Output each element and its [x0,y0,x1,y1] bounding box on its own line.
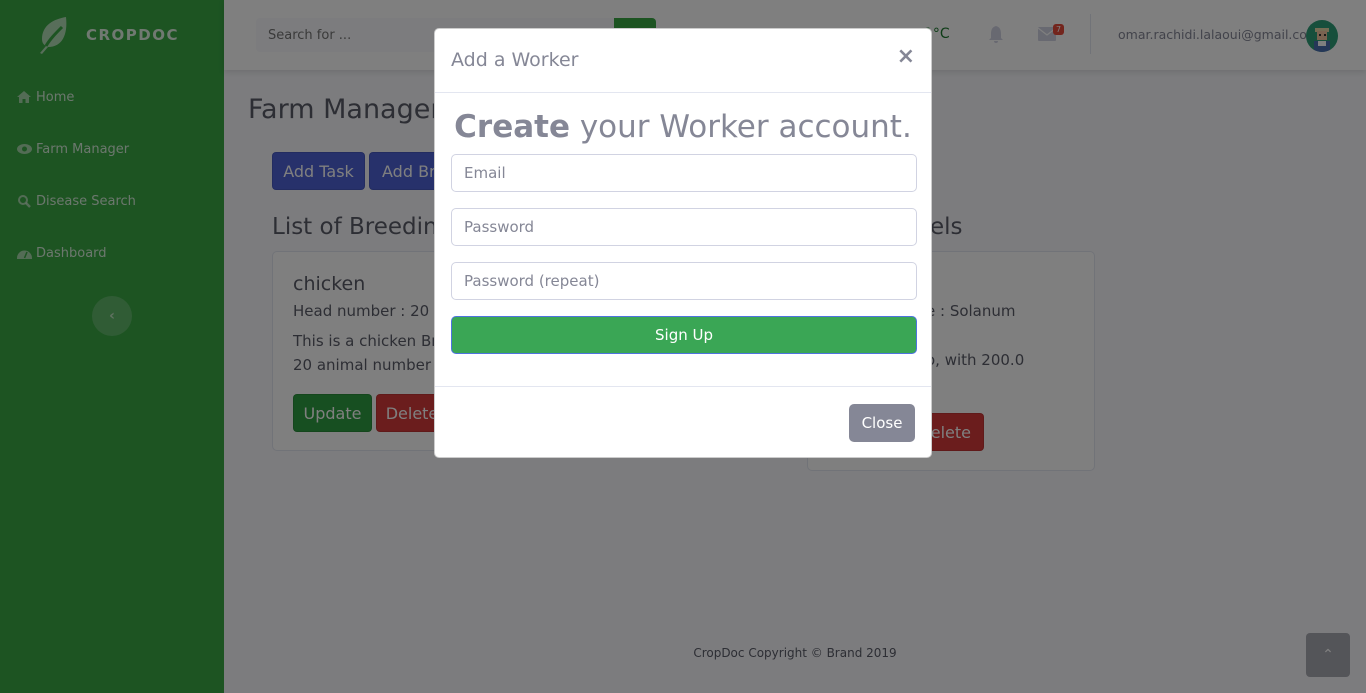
modal-header: Add a Worker × [435,29,931,93]
close-icon[interactable]: × [897,46,915,68]
modal-footer: Close [435,386,931,457]
add-worker-modal: Add a Worker × Create your Worker accoun… [434,28,932,458]
email-field[interactable] [451,154,917,192]
heading-rest: your Worker account. [569,109,912,145]
heading-bold: Create [454,109,570,145]
modal-title: Add a Worker [451,49,579,71]
sign-up-button[interactable]: Sign Up [451,316,917,354]
password-field[interactable] [451,208,917,246]
create-account-heading: Create your Worker account. [435,109,931,145]
modal-body: Create your Worker account. Sign Up [435,93,931,387]
password-repeat-field[interactable] [451,262,917,300]
close-button[interactable]: Close [849,404,915,442]
